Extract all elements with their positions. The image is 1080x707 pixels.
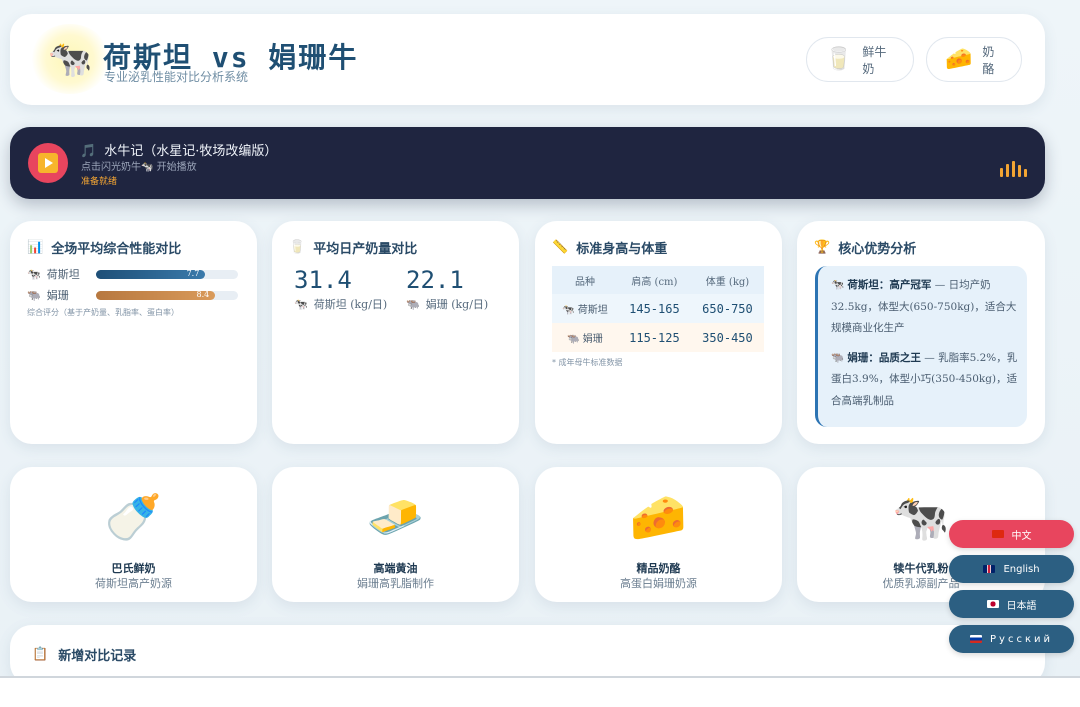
product-desc: 高蛋白娟珊奶源 (620, 577, 697, 590)
cow-icon: 🐃 (831, 351, 845, 364)
lang-button-ru[interactable]: Русский (949, 625, 1074, 653)
lang-button-zh[interactable]: 中文 (949, 520, 1074, 548)
cow-icon: 🐄 (294, 298, 308, 311)
cow-logo-icon[interactable]: 🐄 (30, 24, 110, 94)
cheese-icon: 🧀 (945, 47, 973, 72)
cow-icon: 🐃 (27, 289, 41, 302)
equalizer-bar (1024, 169, 1027, 177)
product-card-butter[interactable]: 🧈 高端黄油 娟珊高乳脂制作 (272, 467, 519, 602)
product-card-cheese[interactable]: 🧀 精品奶酪 高蛋白娟珊奶源 (535, 467, 782, 602)
lang-button-ja[interactable]: 日本語 (949, 590, 1074, 618)
player-status: 准备就绪 (81, 177, 118, 187)
milk-card-title: 🥛 平均日产奶量对比 (289, 240, 418, 257)
score-card: 📊 全场平均综合性能对比 🐄 荷斯坦 7.7 🐃 娟珊 8.4 综合评分（基于产奶量、… (10, 221, 257, 444)
cheese-icon: 🧀 (629, 490, 688, 544)
japan-flag-icon (986, 600, 999, 608)
bottom-strip (0, 676, 1080, 707)
records-title: 📋 新增对比记录 (32, 647, 137, 664)
fresh-milk-label: 鲜牛奶 (862, 44, 887, 76)
table-row: 🐄 荷斯坦 145-165 650-750 (552, 294, 764, 323)
holstein-milk-value: 31.4 (294, 266, 352, 294)
advantage-card-title: 🏆 核心优势分析 (814, 240, 917, 257)
clipboard-icon: 📋 (32, 647, 49, 662)
bar-chart-icon: 📊 (27, 240, 44, 255)
equalizer-icon (1000, 161, 1027, 177)
table-header: 品种 (552, 266, 618, 294)
cow-icon: 🐄 (27, 268, 41, 281)
product-name: 高端黄油 (373, 562, 418, 575)
cow-icon: 🐃 (567, 334, 580, 345)
uk-flag-icon (983, 565, 996, 573)
milk-glass-icon: 🥛 (289, 240, 306, 255)
music-note-icon: 🎵 (80, 144, 97, 159)
advantage-jersey: 🐃 娟珊：品质之王 — 乳脂率5.2%，乳蛋白3.9%，体型小巧(350-450… (831, 351, 1018, 407)
table-row: 🐃 娟珊 115-125 350-450 (552, 323, 764, 352)
music-player: 🎵 水牛记（水星记·牧场改编版） 点击闪光奶牛🐄 开始播放 准备就绪 (10, 127, 1045, 199)
page-subtitle: 专业泌乳性能对比分析系统 (104, 70, 249, 84)
product-name: 巴氏鲜奶 (111, 562, 156, 575)
product-card-milk[interactable]: 🍼 巴氏鲜奶 荷斯坦高产奶源 (10, 467, 257, 602)
cow-icon: 🐃 (406, 298, 420, 311)
score-bar-jersey: 8.4 (96, 290, 216, 300)
russia-flag-icon (970, 635, 982, 643)
advantage-holstein: 🐄 荷斯坦：高产冠军 — 日均产奶32.5kg，体型大(650-750kg)，适… (831, 279, 1017, 334)
cheese-button[interactable]: 🧀 奶酪 (926, 37, 1022, 82)
play-button[interactable] (28, 143, 68, 183)
china-flag-icon (991, 530, 1004, 538)
baby-bottle-icon: 🍼 (104, 490, 163, 544)
trophy-icon: 🏆 (814, 240, 831, 255)
jersey-milk-label: 🐃 娟珊 (kg/日) (406, 298, 489, 311)
size-card-title: 📏 标准身高与体重 (552, 240, 668, 257)
lang-button-en[interactable]: English (949, 555, 1074, 583)
table-header: 体重 (kg) (690, 266, 764, 294)
product-desc: 娟珊高乳脂制作 (357, 577, 434, 590)
cow-icon: 🐄 (562, 305, 575, 316)
advantage-card: 🏆 核心优势分析 🐄 荷斯坦：高产冠军 — 日均产奶32.5kg，体型大(650-… (797, 221, 1045, 444)
table-header: 肩高 (cm) (617, 266, 691, 294)
equalizer-bar (1000, 168, 1003, 177)
equalizer-bar (1012, 161, 1015, 177)
play-hint: 点击闪光奶牛🐄 开始播放 (81, 162, 197, 173)
butter-icon: 🧈 (366, 490, 425, 544)
advantage-box: 🐄 荷斯坦：高产冠军 — 日均产奶32.5kg，体型大(650-750kg)，适… (815, 266, 1027, 427)
score-row-holstein: 🐄 荷斯坦 7.7 (27, 266, 238, 282)
score-card-title: 📊 全场平均综合性能对比 (27, 240, 182, 257)
equalizer-bar (1006, 164, 1009, 177)
play-icon (38, 153, 58, 173)
size-weight-card: 📏 标准身高与体重 品种 肩高 (cm) 体重 (kg) 🐄 荷斯坦 145-16… (535, 221, 782, 444)
equalizer-bar (1018, 165, 1021, 177)
song-title: 🎵 水牛记（水星记·牧场改编版） (80, 144, 278, 159)
size-note: * 成年母牛标准数据 (552, 358, 623, 367)
product-name: 精品奶酪 (636, 562, 681, 575)
cheese-label: 奶酪 (982, 44, 995, 76)
score-row-jersey: 🐃 娟珊 8.4 (27, 287, 238, 303)
score-note: 综合评分（基于产奶量、乳脂率、蛋白率） (27, 308, 179, 317)
score-bar-holstein: 7.7 (96, 269, 206, 279)
app-header: 🐄 荷斯坦 vs 娟珊牛 专业泌乳性能对比分析系统 🥛 鲜牛奶 🧀 奶酪 (10, 14, 1045, 105)
milk-glass-icon: 🥛 (825, 47, 853, 72)
ruler-icon: 📏 (552, 240, 569, 255)
cow-icon: 🐄 (831, 279, 845, 291)
holstein-milk-label: 🐄 荷斯坦 (kg/日) (294, 298, 388, 311)
size-table: 品种 肩高 (cm) 体重 (kg) 🐄 荷斯坦 145-165 650-750… (552, 266, 764, 352)
fresh-milk-button[interactable]: 🥛 鲜牛奶 (806, 37, 914, 82)
product-desc: 荷斯坦高产奶源 (95, 577, 172, 590)
milk-yield-card: 🥛 平均日产奶量对比 31.4 🐄 荷斯坦 (kg/日) 22.1 🐃 娟珊 (kg/… (272, 221, 519, 444)
jersey-milk-value: 22.1 (406, 266, 464, 294)
